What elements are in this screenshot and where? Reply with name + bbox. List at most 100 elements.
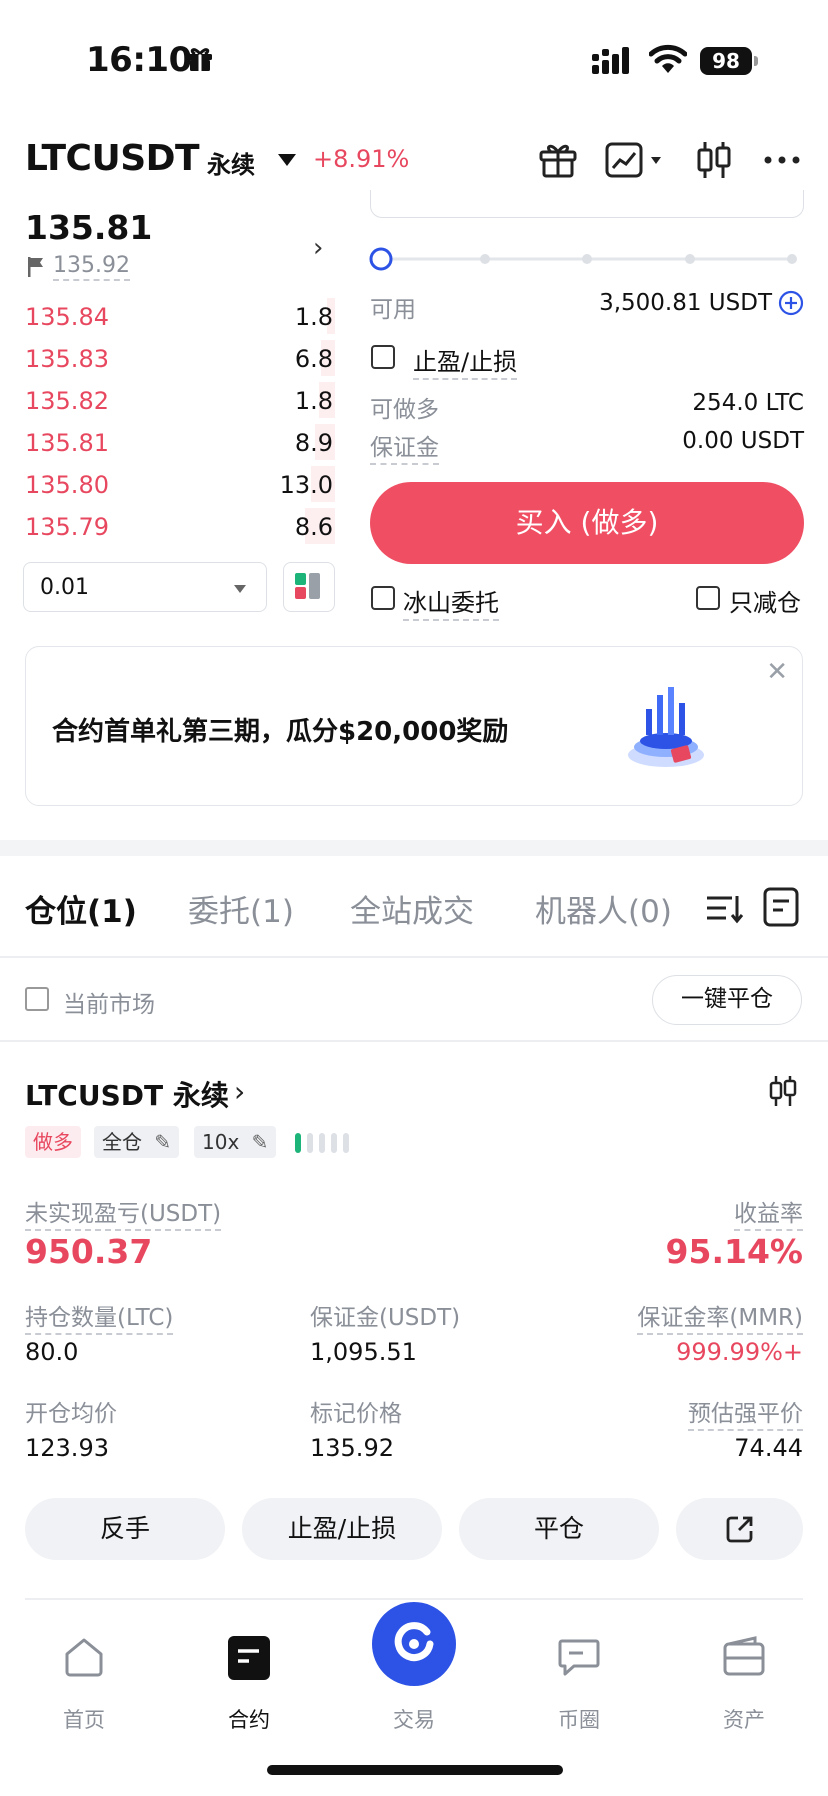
chart-menu-icon[interactable] (604, 138, 668, 182)
gift-icon[interactable] (536, 138, 580, 182)
signal-icon (592, 47, 629, 74)
gift-status-icon (188, 48, 212, 71)
mark-price[interactable]: 135.92 (53, 253, 130, 281)
order-history-icon[interactable] (762, 886, 800, 928)
ask-qty: 1.8 (294, 303, 333, 331)
candlestick-icon[interactable] (692, 138, 736, 182)
chevron-right-icon[interactable]: › (234, 1075, 245, 1108)
margin-label[interactable]: 保证金 (370, 428, 439, 465)
risk-level-indicator (295, 1133, 349, 1153)
community-icon (558, 1639, 600, 1676)
nav-label: 交易 (393, 1708, 435, 1732)
add-funds-icon[interactable] (778, 290, 804, 316)
leverage-slider[interactable] (368, 246, 804, 272)
reduce-only-checkbox[interactable] (696, 586, 720, 610)
share-button[interactable] (676, 1498, 803, 1560)
divider (0, 956, 828, 958)
caret-down-icon (234, 585, 246, 593)
candlestick-icon[interactable] (767, 1074, 799, 1108)
divider (0, 1040, 828, 1042)
leverage-label: 10x (202, 1130, 240, 1154)
margin-mode-tag[interactable]: 全仓 ✎ (94, 1126, 180, 1158)
home-indicator (267, 1765, 563, 1775)
edit-icon: ✎ (154, 1130, 172, 1154)
position-margin-label: 保证金(USDT) (310, 1305, 461, 1331)
current-market-label[interactable]: 当前市场 (63, 985, 155, 1019)
tab-market-trades[interactable]: 全站成交 (350, 886, 474, 931)
depth-layout-toggle[interactable] (283, 562, 335, 612)
margin-mode-label: 全仓 (102, 1130, 142, 1154)
ask-qty: 8.9 (294, 429, 333, 457)
pair-title[interactable]: LTCUSDT (25, 138, 200, 179)
roe-label[interactable]: 收益率 (734, 1194, 803, 1231)
chevron-right-icon[interactable]: › (313, 233, 323, 263)
ask-row[interactable]: 135.82 1.8 (0, 379, 335, 421)
ask-qty: 8.6 (294, 513, 333, 541)
flag-icon (28, 257, 43, 277)
size-label[interactable]: 持仓数量(LTC) (25, 1298, 174, 1335)
available-value: 3,500.81 USDT (599, 290, 772, 316)
ask-qty: 1.8 (294, 387, 333, 415)
depth-layout-icon (295, 573, 320, 599)
trade-icon (394, 1622, 434, 1662)
close-icon[interactable]: ✕ (766, 657, 788, 687)
nav-label: 资产 (723, 1708, 765, 1732)
position-margin-value: 1,095.51 (310, 1338, 417, 1366)
buy-long-button[interactable]: 买入 (做多) (370, 482, 804, 564)
close-all-button[interactable]: 一键平仓 (652, 975, 802, 1025)
ask-price: 135.83 (25, 345, 109, 373)
tab-orders[interactable]: 委托(1) (188, 886, 294, 931)
more-icon[interactable] (760, 138, 804, 182)
trade-fab[interactable] (372, 1602, 456, 1686)
ask-row[interactable]: 135.79 8.6 (0, 505, 335, 547)
wallet-icon (723, 1636, 765, 1676)
ask-row[interactable]: 135.80 13.0 (0, 463, 335, 505)
margin-value: 0.00 USDT (682, 428, 804, 454)
ask-price: 135.80 (25, 471, 109, 499)
close-position-button[interactable]: 平仓 (459, 1498, 659, 1560)
ask-row[interactable]: 135.84 1.8 (0, 295, 335, 337)
amount-input[interactable] (370, 190, 804, 218)
max-long-label: 可做多 (370, 397, 439, 423)
ask-row[interactable]: 135.81 8.9 (0, 421, 335, 463)
liq-price-value: 74.44 (734, 1434, 803, 1462)
tpsl-checkbox[interactable] (371, 345, 395, 369)
trophy-chart-illustration (628, 687, 704, 767)
upnl-label[interactable]: 未实现盈亏(USDT) (25, 1194, 222, 1231)
size-value: 80.0 (25, 1338, 79, 1366)
share-icon (726, 1516, 752, 1543)
tab-bots[interactable]: 机器人(0) (535, 886, 672, 931)
mmr-value: 999.99%+ (676, 1338, 803, 1366)
ask-price: 135.84 (25, 303, 109, 331)
ask-row[interactable]: 135.83 6.8 (0, 337, 335, 379)
roe-value: 95.14% (665, 1232, 803, 1271)
battery-indicator: 98 (700, 47, 758, 75)
precision-value: 0.01 (40, 575, 89, 600)
last-price: 135.81 (25, 208, 153, 247)
precision-select[interactable]: 0.01 (23, 562, 267, 612)
current-market-checkbox[interactable] (25, 987, 49, 1011)
liq-price-label[interactable]: 预估强平价 (688, 1394, 803, 1431)
nav-label: 首页 (63, 1708, 105, 1732)
position-mark-label: 标记价格 (310, 1401, 402, 1427)
entry-price-label: 开仓均价 (25, 1401, 117, 1427)
position-title[interactable]: LTCUSDT 永续 (25, 1074, 229, 1114)
mmr-label[interactable]: 保证金率(MMR) (637, 1298, 803, 1335)
upnl-value: 950.37 (25, 1232, 153, 1271)
ask-price: 135.81 (25, 429, 109, 457)
leverage-tag[interactable]: 10x ✎ (194, 1126, 277, 1158)
tpsl-button[interactable]: 止盈/止损 (242, 1498, 442, 1560)
divider (25, 1598, 803, 1600)
sort-icon[interactable] (704, 888, 744, 928)
reduce-only-label[interactable]: 只减仓 (729, 583, 801, 618)
reverse-button[interactable]: 反手 (25, 1498, 225, 1560)
promo-banner[interactable]: 合约首单礼第三期，瓜分$20,000奖励 ✕ (25, 646, 803, 806)
caret-down-icon[interactable] (278, 154, 296, 166)
iceberg-checkbox[interactable] (371, 586, 395, 610)
iceberg-label[interactable]: 冰山委托 (403, 583, 499, 621)
tpsl-label[interactable]: 止盈/止损 (413, 342, 518, 380)
contract-type[interactable]: 永续 (207, 145, 255, 180)
ask-qty: 13.0 (279, 471, 333, 499)
nav-label: 合约 (228, 1708, 270, 1732)
tab-positions[interactable]: 仓位(1) (25, 886, 137, 931)
